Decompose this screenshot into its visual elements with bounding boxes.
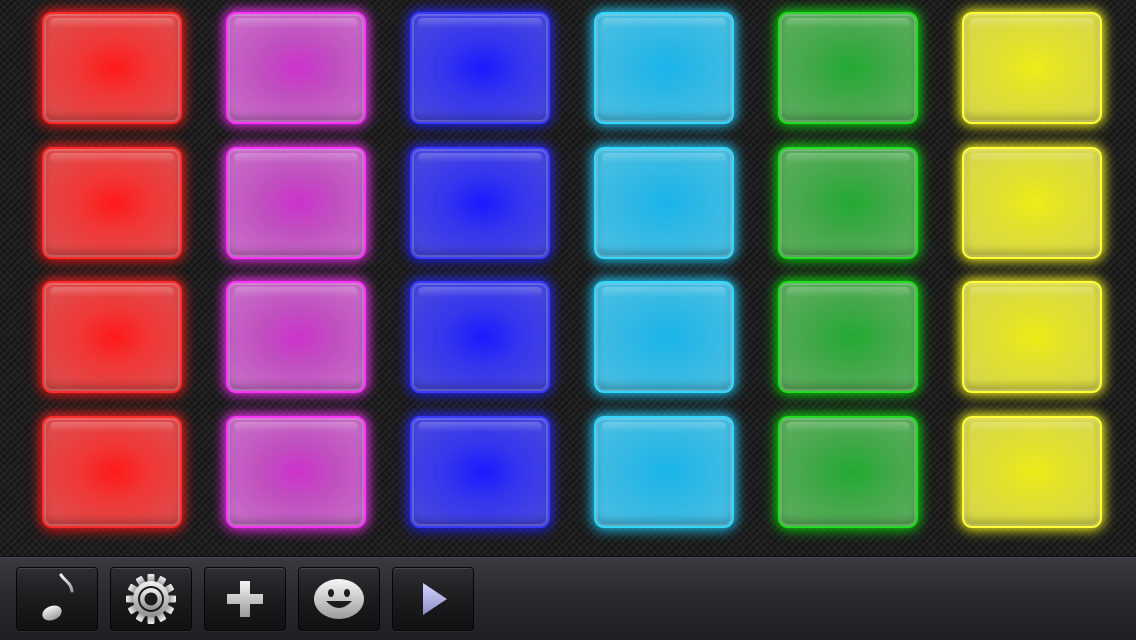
music-note-icon [42,573,74,621]
pad-blue-row4[interactable] [410,416,550,528]
face-button[interactable] [298,567,380,631]
pad-red-row2[interactable] [42,147,182,259]
play-icon [423,583,447,615]
pad-magenta-row1[interactable] [226,12,366,124]
settings-button[interactable] [110,567,192,631]
pad-green-row2[interactable] [778,147,918,259]
pad-yellow-row3[interactable] [962,281,1102,393]
pad-cyan-row1[interactable] [594,12,734,124]
bottom-toolbar [0,556,1136,640]
pad-red-row1[interactable] [42,12,182,124]
pad-blue-row2[interactable] [410,147,550,259]
pad-magenta-row3[interactable] [226,281,366,393]
pad-blue-row3[interactable] [410,281,550,393]
drum-pad-app [0,0,1136,640]
pad-cyan-row3[interactable] [594,281,734,393]
pad-cyan-row2[interactable] [594,147,734,259]
pad-yellow-row1[interactable] [962,12,1102,124]
pad-red-row4[interactable] [42,416,182,528]
plus-icon [227,581,263,617]
pad-yellow-row2[interactable] [962,147,1102,259]
pad-blue-row1[interactable] [410,12,550,124]
pad-yellow-row4[interactable] [962,416,1102,528]
pad-magenta-row4[interactable] [226,416,366,528]
pad-cyan-row4[interactable] [594,416,734,528]
gear-icon [126,574,176,624]
pad-grid [0,0,1136,556]
music-button[interactable] [16,567,98,631]
pad-green-row4[interactable] [778,416,918,528]
pad-red-row3[interactable] [42,281,182,393]
pad-green-row1[interactable] [778,12,918,124]
add-button[interactable] [204,567,286,631]
smiley-icon [314,579,364,619]
play-button[interactable] [392,567,474,631]
pad-magenta-row2[interactable] [226,147,366,259]
pad-green-row3[interactable] [778,281,918,393]
